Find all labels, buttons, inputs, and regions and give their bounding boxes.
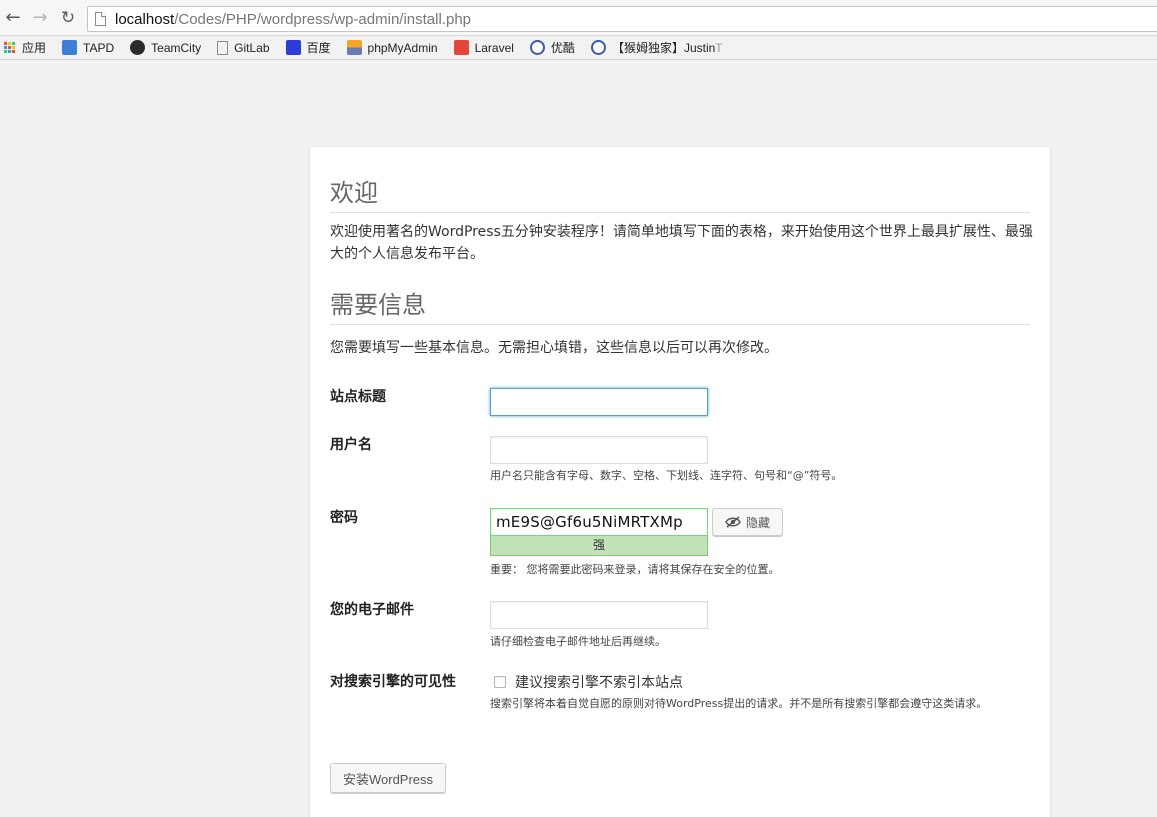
hide-password-label: 隐藏 [745, 515, 770, 530]
bookmark-laravel[interactable]: Laravel [453, 40, 514, 55]
bookmark-label: 百度 [306, 41, 331, 55]
laravel-icon [453, 40, 469, 55]
browser-toolbar: ← → ↻ localhost/Codes/PHP/wordpress/wp-a… [0, 0, 1157, 36]
install-card: 欢迎 欢迎使用著名的WordPress五分钟安装程序！请简单地填写下面的表格，来… [310, 147, 1050, 817]
bookmark-tapd[interactable]: TAPD [62, 40, 114, 55]
bookmark-label: GitLab [234, 40, 270, 55]
bookmark-apps[interactable]: 应用 [4, 39, 46, 56]
hide-password-button[interactable]: 隐藏 [712, 508, 783, 536]
eye-slash-icon [725, 516, 741, 528]
phpmyadmin-icon [346, 40, 362, 55]
play-circle-icon [590, 40, 606, 55]
bookmark-youku[interactable]: 优酷 [529, 39, 575, 56]
email-hint: 请仔细检查电子邮件地址后再继续。 [490, 635, 666, 648]
password-label: 密码 [330, 510, 358, 526]
bookmark-label: 【猴姆独家】Justin [611, 41, 716, 55]
bookmark-label: 应用 [22, 41, 47, 55]
tapd-icon [62, 40, 78, 55]
welcome-text: 欢迎使用著名的WordPress五分钟安装程序！请简单地填写下面的表格，来开始使… [330, 224, 1033, 262]
install-wordpress-button[interactable]: 安装WordPress [330, 763, 446, 793]
site-title-input[interactable] [490, 388, 708, 416]
bookmark-gitlab[interactable]: GitLab [217, 40, 270, 55]
bookmark-label-fade: T [715, 40, 723, 55]
bookmark-baidu[interactable]: 百度 [285, 39, 331, 56]
forward-arrow-icon[interactable]: → [30, 8, 50, 28]
bookmark-label: Laravel [474, 40, 514, 55]
apps-grid-icon [4, 42, 15, 53]
password-hint: 重要： 您将需要此密码来登录，请将其保存在安全的位置。 [490, 563, 780, 576]
username-hint: 用户名只能含有字母、数字、空格、下划线、连字符、句号和“@”符号。 [490, 469, 843, 482]
bookmark-label: TAPD [83, 40, 115, 55]
bookmarks-bar: 应用 TAPD TeamCity GitLab 百度 phpMyAdmin La… [0, 36, 1157, 60]
bookmark-label: phpMyAdmin [367, 40, 438, 55]
email-input[interactable] [490, 601, 708, 629]
url-path: /Codes/PHP/wordpress/wp-admin/install.ph… [174, 10, 472, 28]
bookmark-label: TeamCity [151, 40, 202, 55]
noindex-checkbox-label[interactable]: 建议搜索引擎不索引本站点 [515, 672, 683, 692]
username-label: 用户名 [330, 437, 372, 453]
visibility-label: 对搜索引擎的可见性 [330, 674, 456, 690]
welcome-heading: 欢迎 [330, 173, 1030, 213]
bookmark-teamcity[interactable]: TeamCity [130, 40, 201, 55]
username-input[interactable] [490, 436, 708, 464]
bookmark-phpmyadmin[interactable]: phpMyAdmin [346, 40, 438, 55]
reload-icon[interactable]: ↻ [58, 8, 78, 28]
address-bar[interactable]: localhost/Codes/PHP/wordpress/wp-admin/i… [87, 6, 1157, 32]
noindex-checkbox[interactable] [494, 676, 506, 688]
bookmark-label: 优酷 [550, 41, 575, 55]
page-icon [95, 12, 106, 26]
teamcity-icon [130, 40, 146, 55]
site-title-label: 站点标题 [330, 389, 386, 405]
url-host: localhost [115, 10, 175, 28]
password-input[interactable]: mE9S@Gf6u5NiMRTXMp [490, 508, 708, 536]
page-icon [217, 40, 229, 55]
password-strength-meter: 强 [490, 536, 708, 556]
info-text: 您需要填写一些基本信息。无需担心填错，这些信息以后可以再次修改。 [330, 340, 778, 356]
visibility-hint: 搜索引擎将本着自觉自愿的原则对待WordPress提出的请求。并不是所有搜索引擎… [490, 697, 988, 710]
baidu-paw-icon [285, 40, 301, 55]
back-arrow-icon[interactable]: ← [3, 8, 23, 28]
info-heading: 需要信息 [330, 285, 1030, 325]
play-circle-icon [529, 40, 545, 55]
email-label: 您的电子邮件 [330, 602, 414, 618]
bookmark-justin[interactable]: 【猴姆独家】Justin T [590, 39, 723, 56]
